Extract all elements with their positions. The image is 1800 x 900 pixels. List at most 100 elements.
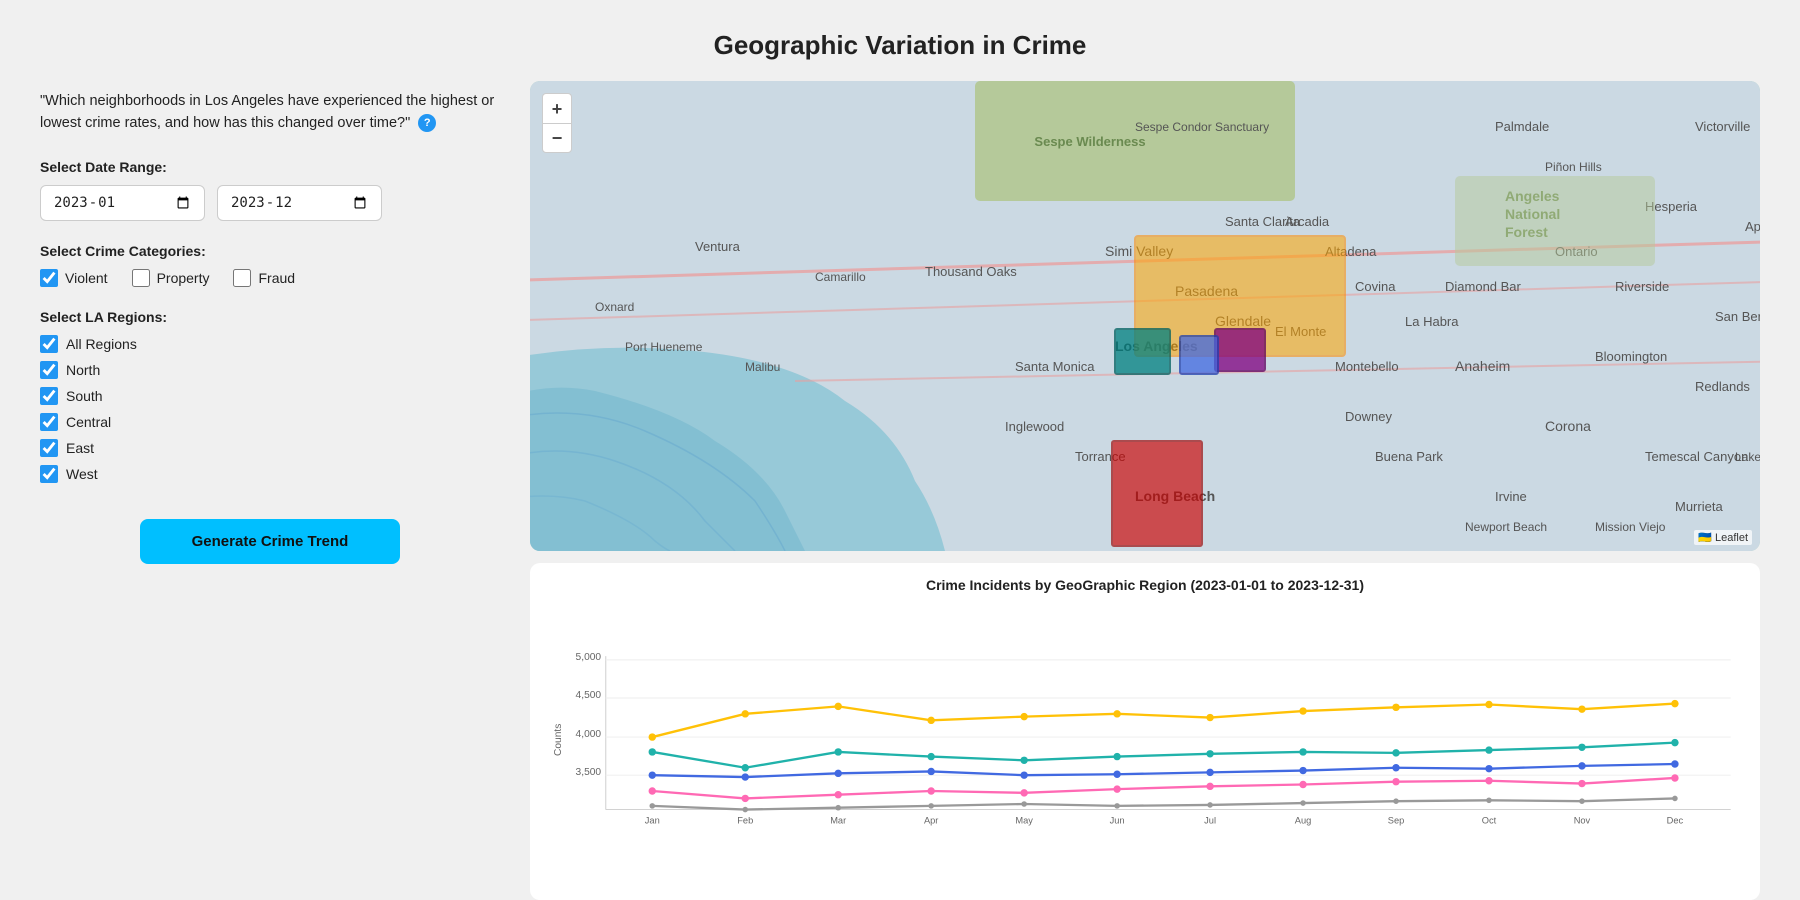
region-south-checkbox[interactable] — [40, 387, 58, 405]
property-label: Property — [157, 270, 210, 286]
svg-text:Mission Viejo: Mission Viejo — [1595, 520, 1666, 534]
region-list: All Regions North South Central — [40, 335, 500, 483]
fraud-checkbox-item[interactable]: Fraud — [233, 269, 295, 287]
regions-label: Select LA Regions: — [40, 309, 500, 325]
svg-text:Irvine: Irvine — [1495, 489, 1527, 504]
svg-text:Palmdale: Palmdale — [1495, 119, 1549, 134]
violent-checkbox-item[interactable]: Violent — [40, 269, 108, 287]
svg-text:Dec: Dec — [1667, 816, 1684, 826]
svg-text:May: May — [1015, 816, 1033, 826]
svg-text:Port Hueneme: Port Hueneme — [625, 340, 703, 354]
svg-text:Victorville: Victorville — [1695, 119, 1750, 134]
svg-text:3,500: 3,500 — [576, 767, 602, 778]
property-checkbox[interactable] — [132, 269, 150, 287]
region-north[interactable]: North — [40, 361, 500, 379]
date-range-label: Select Date Range: — [40, 159, 500, 175]
crime-categories-row: Violent Property Fraud — [40, 269, 500, 287]
svg-text:4,500: 4,500 — [576, 690, 602, 701]
region-all-checkbox[interactable] — [40, 335, 58, 353]
page-wrapper: Geographic Variation in Crime "Which nei… — [0, 0, 1800, 900]
regions-section: Select LA Regions: All Regions North Sou… — [40, 309, 500, 483]
svg-text:Covina: Covina — [1355, 279, 1396, 294]
right-panel: Sespe Wilderness Sespe Condor Sanctuary … — [530, 81, 1760, 900]
region-east[interactable]: East — [40, 439, 500, 457]
map-controls: + − — [542, 93, 572, 153]
svg-text:Jul: Jul — [1204, 816, 1216, 826]
region-west[interactable]: West — [40, 465, 500, 483]
svg-text:Jan: Jan — [645, 816, 660, 826]
svg-text:Newport Beach: Newport Beach — [1465, 520, 1547, 534]
chart-svg: 5,000 4,500 4,000 3,500 Counts Jan — [550, 603, 1740, 886]
start-date-input[interactable] — [40, 185, 205, 221]
svg-text:Apr: Apr — [924, 816, 938, 826]
svg-text:Bloomington: Bloomington — [1595, 349, 1667, 364]
help-icon[interactable]: ? — [418, 114, 436, 132]
fraud-checkbox[interactable] — [233, 269, 251, 287]
region-west-checkbox[interactable] — [40, 465, 58, 483]
map-container: Sespe Wilderness Sespe Condor Sanctuary … — [530, 81, 1760, 551]
svg-text:San Bernardino: San Bernardino — [1715, 309, 1760, 324]
svg-text:Malibu: Malibu — [745, 360, 780, 374]
region-central[interactable]: Central — [40, 413, 500, 431]
svg-text:Ventura: Ventura — [695, 239, 741, 254]
region-central-label: Central — [66, 414, 111, 430]
date-range-row — [40, 185, 500, 221]
svg-text:Temescal Canyon: Temescal Canyon — [1645, 449, 1748, 464]
region-all-label: All Regions — [66, 336, 137, 352]
svg-text:5,000: 5,000 — [576, 652, 602, 663]
left-panel: "Which neighborhoods in Los Angeles have… — [40, 81, 500, 900]
svg-text:Mar: Mar — [830, 816, 846, 826]
region-west-label: West — [66, 466, 98, 482]
page-title: Geographic Variation in Crime — [40, 0, 1760, 81]
svg-text:Apple Valley: Apple Valley — [1745, 219, 1760, 234]
svg-text:Camarillo: Camarillo — [815, 270, 866, 284]
svg-text:Thousand Oaks: Thousand Oaks — [925, 264, 1017, 279]
violent-checkbox[interactable] — [40, 269, 58, 287]
crime-categories-label: Select Crime Categories: — [40, 243, 500, 259]
svg-text:Riverside: Riverside — [1615, 279, 1669, 294]
region-east-checkbox[interactable] — [40, 439, 58, 457]
svg-text:Sespe Condor Sanctuary: Sespe Condor Sanctuary — [1135, 120, 1269, 134]
chart-container: Crime Incidents by GeoGraphic Region (20… — [530, 563, 1760, 900]
property-checkbox-item[interactable]: Property — [132, 269, 210, 287]
svg-text:Counts: Counts — [553, 724, 564, 756]
svg-text:Anaheim: Anaheim — [1455, 358, 1510, 374]
svg-text:Feb: Feb — [737, 816, 753, 826]
fraud-label: Fraud — [258, 270, 295, 286]
svg-text:La Habra: La Habra — [1405, 314, 1459, 329]
zoom-out-button[interactable]: − — [542, 123, 572, 153]
svg-text:4,000: 4,000 — [576, 729, 602, 740]
generate-button[interactable]: Generate Crime Trend — [140, 519, 400, 564]
region-north-label: North — [66, 362, 100, 378]
main-content: "Which neighborhoods in Los Angeles have… — [40, 81, 1760, 900]
svg-text:Diamond Bar: Diamond Bar — [1445, 279, 1522, 294]
leaflet-credit: 🇺🇦 Leaflet — [1694, 530, 1752, 545]
svg-text:Oxnard: Oxnard — [595, 300, 634, 314]
svg-text:Piñon Hills: Piñon Hills — [1545, 160, 1602, 174]
region-all[interactable]: All Regions — [40, 335, 500, 353]
region-east-label: East — [66, 440, 94, 456]
svg-text:Murrieta: Murrieta — [1675, 499, 1723, 514]
svg-text:Aug: Aug — [1295, 816, 1312, 826]
map-svg: Sespe Wilderness Sespe Condor Sanctuary … — [530, 81, 1760, 551]
svg-text:Jun: Jun — [1110, 816, 1125, 826]
svg-text:Corona: Corona — [1545, 418, 1591, 434]
svg-text:Sep: Sep — [1388, 816, 1405, 826]
end-date-input[interactable] — [217, 185, 382, 221]
svg-text:Sespe Wilderness: Sespe Wilderness — [1034, 134, 1145, 149]
region-south[interactable]: South — [40, 387, 500, 405]
svg-text:Inglewood: Inglewood — [1005, 419, 1064, 434]
svg-text:Nov: Nov — [1574, 816, 1591, 826]
zoom-in-button[interactable]: + — [542, 93, 572, 123]
chart-title: Crime Incidents by GeoGraphic Region (20… — [550, 577, 1740, 593]
svg-text:Oct: Oct — [1482, 816, 1497, 826]
region-central-checkbox[interactable] — [40, 413, 58, 431]
svg-text:Downey: Downey — [1345, 409, 1392, 424]
region-south-label: South — [66, 388, 103, 404]
region-north-checkbox[interactable] — [40, 361, 58, 379]
question-box: "Which neighborhoods in Los Angeles have… — [40, 91, 500, 135]
svg-text:Montebello: Montebello — [1335, 359, 1399, 374]
violent-label: Violent — [65, 270, 108, 286]
svg-text:Buena Park: Buena Park — [1375, 449, 1443, 464]
svg-text:Arcadia: Arcadia — [1285, 214, 1330, 229]
